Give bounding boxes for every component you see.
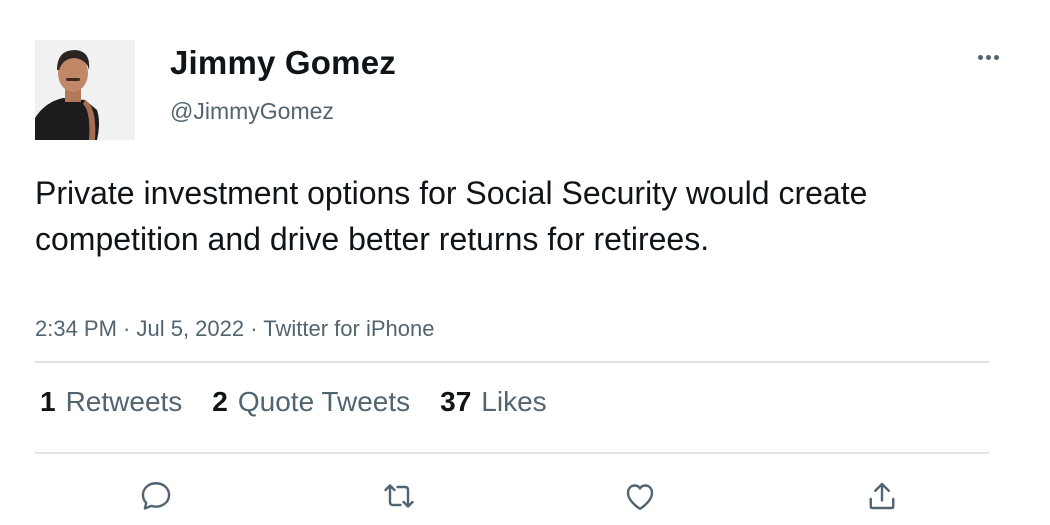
like-icon <box>626 484 654 510</box>
ellipsis-dot <box>993 54 999 60</box>
retweets-label: Retweets <box>65 386 183 417</box>
ellipsis-dot <box>985 54 991 60</box>
reply-button[interactable] <box>136 476 176 516</box>
ellipsis-icon <box>977 54 983 60</box>
tweet-text: Private investment options for Social Se… <box>35 175 868 257</box>
divider <box>35 361 989 363</box>
likes-stat[interactable]: 37 Likes <box>440 386 547 418</box>
profile-photo <box>35 40 135 140</box>
author-avatar[interactable] <box>35 40 135 140</box>
reply-icon <box>141 482 171 510</box>
retweet-icon <box>384 484 414 508</box>
retweet-button[interactable] <box>379 476 419 516</box>
author-display-name[interactable]: Jimmy Gomez <box>170 44 396 82</box>
tweet-card: Jimmy Gomez @JimmyGomez Private investme… <box>0 0 1050 525</box>
likes-count: 37 <box>440 386 472 417</box>
likes-label: Likes <box>481 386 547 417</box>
author-handle[interactable]: @JimmyGomez <box>170 98 334 125</box>
quote-tweets-label: Quote Tweets <box>237 386 411 417</box>
divider <box>35 452 989 454</box>
quote-tweets-count: 2 <box>212 386 228 417</box>
more-options-button[interactable] <box>970 44 1006 70</box>
share-icon <box>869 482 895 510</box>
tweet-timestamp[interactable]: 2:34 PM · Jul 5, 2022 · Twitter for iPho… <box>35 316 434 342</box>
quote-tweets-stat[interactable]: 2 Quote Tweets <box>212 386 410 418</box>
share-button[interactable] <box>862 476 902 516</box>
retweets-count: 1 <box>40 386 56 417</box>
retweets-stat[interactable]: 1 Retweets <box>40 386 182 418</box>
action-bar <box>0 470 1050 520</box>
engagement-stats: 1 Retweets 2 Quote Tweets 37 Likes <box>40 386 547 418</box>
like-button[interactable] <box>620 476 660 516</box>
